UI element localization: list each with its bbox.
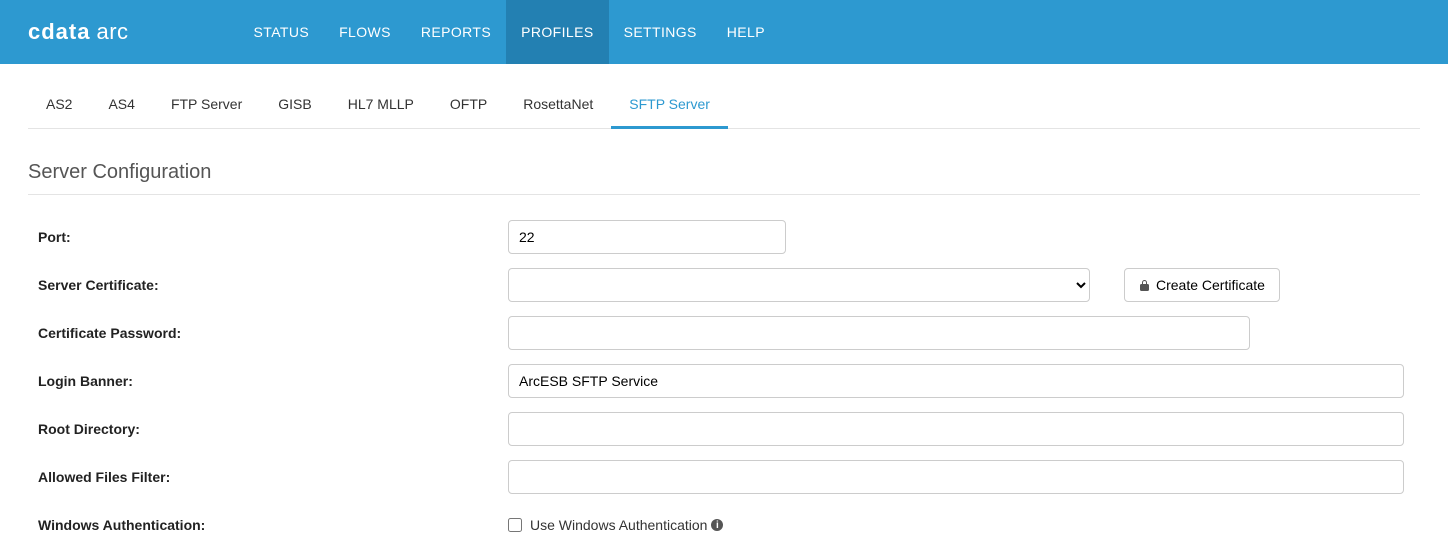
- nav-flows[interactable]: FLOWS: [324, 0, 406, 64]
- cert-password-input[interactable]: [508, 316, 1250, 350]
- nav-status[interactable]: STATUS: [239, 0, 325, 64]
- create-certificate-button[interactable]: Create Certificate: [1124, 268, 1280, 302]
- row-root-dir: Root Directory:: [28, 405, 1420, 453]
- lock-icon: [1139, 279, 1150, 291]
- label-win-auth: Windows Authentication:: [38, 517, 508, 533]
- nav-reports[interactable]: REPORTS: [406, 0, 506, 64]
- info-icon[interactable]: i: [711, 519, 723, 531]
- nav-items: STATUS FLOWS REPORTS PROFILES SETTINGS H…: [239, 0, 780, 64]
- subtab-ftp-server[interactable]: FTP Server: [153, 84, 260, 129]
- win-auth-checkbox-label: Use Windows Authentication: [530, 517, 707, 533]
- login-banner-input[interactable]: [508, 364, 1404, 398]
- label-server-cert: Server Certificate:: [38, 277, 508, 293]
- brand-logo: cdata arc: [28, 19, 129, 45]
- brand-main: cdata: [28, 19, 90, 45]
- subtab-oftp[interactable]: OFTP: [432, 84, 505, 129]
- subtab-hl7-mllp[interactable]: HL7 MLLP: [330, 84, 432, 129]
- allowed-filter-input[interactable]: [508, 460, 1404, 494]
- win-auth-checkbox-wrap[interactable]: Use Windows Authentication i: [508, 517, 723, 533]
- win-auth-checkbox[interactable]: [508, 518, 522, 532]
- nav-profiles[interactable]: PROFILES: [506, 0, 608, 64]
- server-config-section: Server Configuration Port: Server Certif…: [0, 129, 1448, 549]
- create-certificate-label: Create Certificate: [1156, 277, 1265, 293]
- row-server-cert: Server Certificate: Create Certificate: [28, 261, 1420, 309]
- subtab-rosettanet[interactable]: RosettaNet: [505, 84, 611, 129]
- server-cert-select[interactable]: [508, 268, 1090, 302]
- subtab-as2[interactable]: AS2: [28, 84, 90, 129]
- label-login-banner: Login Banner:: [38, 373, 508, 389]
- root-dir-input[interactable]: [508, 412, 1404, 446]
- profile-subtabs: AS2 AS4 FTP Server GISB HL7 MLLP OFTP Ro…: [28, 84, 1420, 129]
- nav-settings[interactable]: SETTINGS: [609, 0, 712, 64]
- label-cert-password: Certificate Password:: [38, 325, 508, 341]
- row-cert-password: Certificate Password:: [28, 309, 1420, 357]
- row-win-auth: Windows Authentication: Use Windows Auth…: [28, 501, 1420, 549]
- nav-help[interactable]: HELP: [712, 0, 780, 64]
- subtab-sftp-server[interactable]: SFTP Server: [611, 84, 728, 129]
- subtab-as4[interactable]: AS4: [90, 84, 152, 129]
- subtab-gisb[interactable]: GISB: [260, 84, 329, 129]
- label-allowed-filter: Allowed Files Filter:: [38, 469, 508, 485]
- section-title: Server Configuration: [28, 161, 1420, 195]
- row-port: Port:: [28, 213, 1420, 261]
- top-nav: cdata arc STATUS FLOWS REPORTS PROFILES …: [0, 0, 1448, 64]
- row-login-banner: Login Banner:: [28, 357, 1420, 405]
- port-input[interactable]: [508, 220, 786, 254]
- row-allowed-filter: Allowed Files Filter:: [28, 453, 1420, 501]
- label-root-dir: Root Directory:: [38, 421, 508, 437]
- brand-sub: arc: [96, 19, 128, 45]
- label-port: Port:: [38, 229, 508, 245]
